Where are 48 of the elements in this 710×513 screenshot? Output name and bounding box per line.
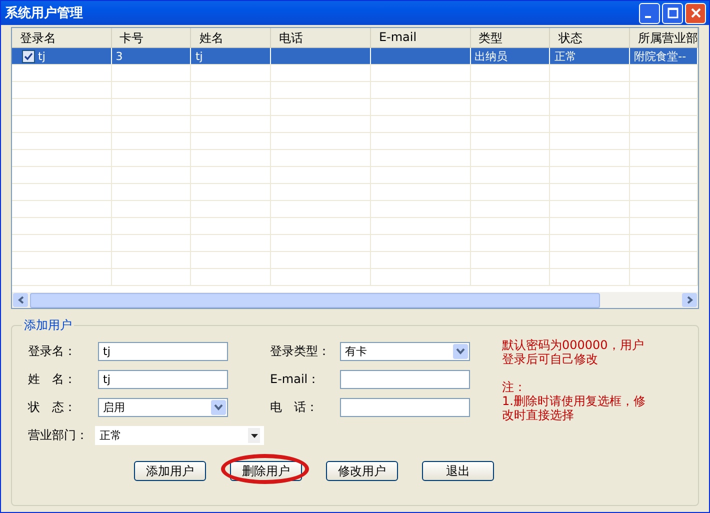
text-field[interactable] xyxy=(340,398,470,417)
group-title: 添加用户 xyxy=(23,317,73,334)
action-button[interactable]: 添加用户 xyxy=(134,461,206,481)
action-button[interactable]: 修改用户 xyxy=(326,461,398,481)
field-label: 登录名： xyxy=(27,343,77,360)
column-header[interactable]: 登录名 xyxy=(12,28,112,47)
close-button[interactable] xyxy=(685,2,706,24)
table-row[interactable]: tj 3 tj 出纳员 正常 附院食堂-- xyxy=(12,48,698,65)
table-cell: tj xyxy=(38,50,46,62)
field-label: E-mail： xyxy=(269,371,321,388)
horizontal-scrollbar[interactable] xyxy=(12,292,698,308)
dropdown[interactable]: 启用 xyxy=(98,398,228,417)
column-header[interactable]: 姓名 xyxy=(191,28,272,47)
minimize-icon xyxy=(644,16,650,18)
table-cell: 出纳员 xyxy=(474,48,508,64)
row-checkbox[interactable] xyxy=(22,50,35,62)
scroll-thumb[interactable] xyxy=(30,292,600,308)
column-header[interactable]: 类型 xyxy=(470,28,550,47)
field-label: 状 态： xyxy=(27,399,77,416)
scroll-right-button[interactable] xyxy=(682,293,697,307)
table-cell: tj xyxy=(195,50,203,62)
table-cell: 附院食堂-- xyxy=(634,48,686,64)
field-label: 电 话： xyxy=(269,399,319,416)
check-icon xyxy=(24,52,33,60)
maximize-button[interactable] xyxy=(662,2,683,24)
table-cell: 3 xyxy=(116,50,123,62)
field-label: 营业部门： xyxy=(27,427,89,444)
combo-box[interactable]: 正常 xyxy=(95,426,264,445)
window-title: 系统用户管理 xyxy=(5,4,83,22)
note-text: 默认密码为000000，用户登录后可自己修改 xyxy=(502,338,645,366)
dropdown[interactable]: 有卡 xyxy=(340,342,470,361)
column-header[interactable]: E-mail xyxy=(370,28,471,47)
note-text: 注： xyxy=(502,380,527,394)
column-header[interactable]: 状态 xyxy=(550,28,630,47)
scroll-left-button[interactable] xyxy=(13,293,28,307)
field-label: 姓 名： xyxy=(27,371,77,388)
action-button[interactable]: 退出 xyxy=(422,461,494,481)
column-header[interactable]: 电话 xyxy=(271,28,371,47)
note-text: 1.删除时请使用复选框，修改时直接选择 xyxy=(502,394,646,422)
text-field[interactable]: tj xyxy=(98,342,228,361)
maximize-icon xyxy=(666,7,678,19)
column-header[interactable]: 卡号 xyxy=(112,28,192,47)
table-cell: 正常 xyxy=(554,48,576,64)
minimize-button[interactable] xyxy=(639,2,660,24)
text-field[interactable] xyxy=(340,370,470,389)
field-label: 登录类型： xyxy=(269,343,331,360)
close-icon xyxy=(690,7,702,19)
text-field[interactable]: tj xyxy=(98,370,228,389)
